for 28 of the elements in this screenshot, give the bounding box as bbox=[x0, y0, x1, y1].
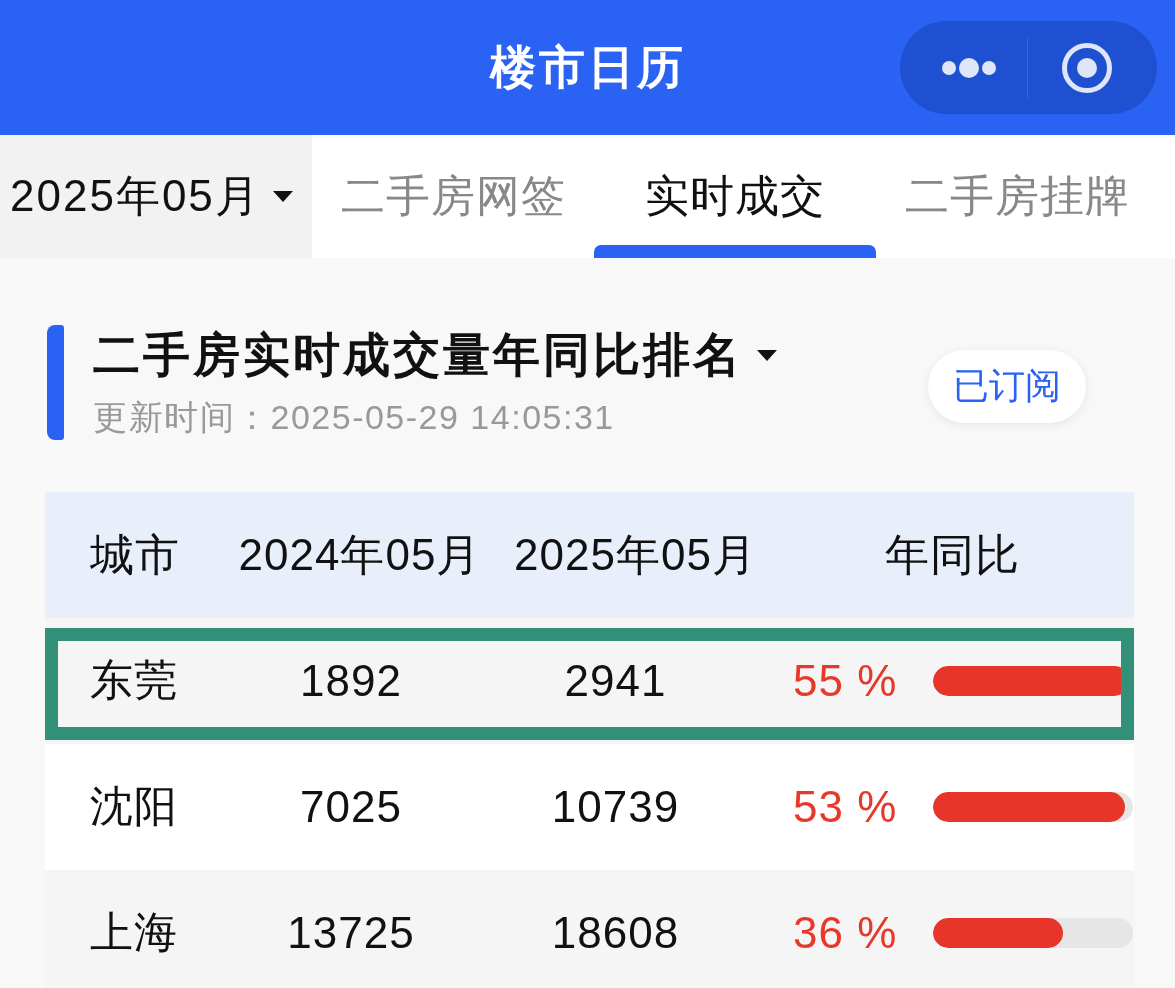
month-selector[interactable]: 2025年05月 bbox=[0, 135, 312, 258]
city-cell-text: 沈阳 bbox=[89, 781, 179, 832]
column-header: 2025年05月 bbox=[513, 528, 758, 581]
table-cell-text: 7025 bbox=[299, 782, 403, 832]
change-percent: 36 % bbox=[793, 908, 899, 958]
tab[interactable]: 二手房挂牌 bbox=[876, 135, 1158, 258]
column-header: 城市 bbox=[89, 528, 181, 581]
ranking-dropdown[interactable]: 二手房实时成交量年同比排名 bbox=[93, 324, 777, 387]
table-cell-text: 18608 bbox=[550, 908, 681, 958]
table-cell-text: 1892 bbox=[299, 656, 403, 706]
tab[interactable]: 二手房网签 bbox=[312, 135, 594, 258]
page-title: 楼市日历 bbox=[489, 39, 686, 95]
target-icon bbox=[1061, 42, 1112, 93]
city-cell-text: 上海 bbox=[89, 907, 179, 958]
caret-icon bbox=[272, 191, 293, 202]
more-icon bbox=[940, 57, 997, 78]
table-cell-text: 2941 bbox=[563, 656, 668, 706]
table-cell-text: 10739 bbox=[550, 782, 681, 832]
city-cell-text: 东莞 bbox=[89, 655, 179, 706]
tab[interactable]: 实时成交 bbox=[594, 135, 876, 258]
change-percent: 53 % bbox=[793, 782, 899, 832]
table-cell-text: 13725 bbox=[286, 908, 416, 958]
update-time: 更新时间：2025-05-29 14:05:31 bbox=[93, 397, 615, 438]
column-header: 年同比 bbox=[883, 528, 1021, 581]
subscribe-button[interactable]: 已订阅 bbox=[928, 350, 1086, 423]
column-header: 2024年05月 bbox=[237, 528, 483, 581]
change-percent: 55 % bbox=[793, 656, 899, 706]
caret-icon bbox=[757, 350, 777, 361]
